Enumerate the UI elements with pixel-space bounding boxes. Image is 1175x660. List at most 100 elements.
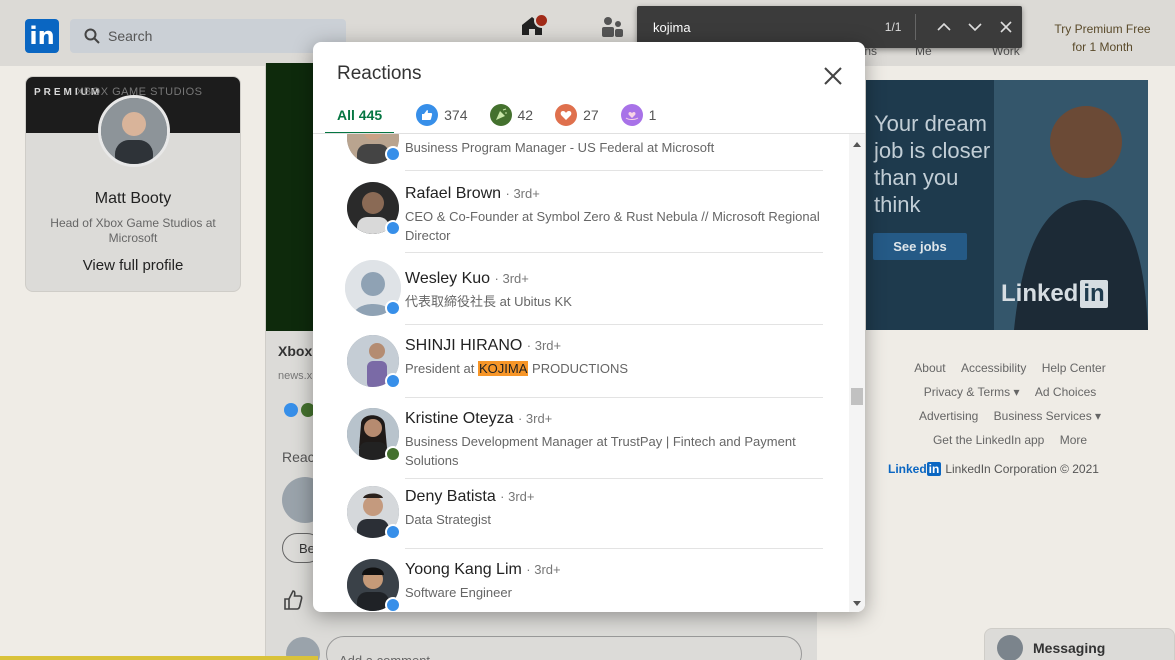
profile-name[interactable]: Matt Booty [26,190,240,208]
row-divider [405,324,823,325]
row-divider [405,478,823,479]
scroll-down-arrow[interactable] [853,601,861,606]
post-title[interactable]: Xbox [278,343,312,359]
reactor-name[interactable]: Rafael Brown · 3rd+ [405,185,540,203]
post-source: news.x [278,370,313,382]
premium-line-1: Try Premium Free [1054,22,1151,36]
tab-love[interactable]: 27 [555,98,599,132]
messaging-bar[interactable]: Messaging [984,628,1175,660]
chevron-down-icon [968,23,982,32]
reactor-name[interactable]: Yoong Kang Lim · 3rd+ [405,561,561,579]
list-item[interactable]: Rafael Brown · 3rd+ CEO & Co-Founder at … [343,182,823,262]
search-input[interactable]: Search [70,19,346,53]
footer-get-app[interactable]: Get the LinkedIn app [933,433,1044,447]
ad-linkedin-logo: Linked in [1001,280,1108,308]
footer-linkedin-logo: Linked in [888,462,942,476]
list-item[interactable]: Kristine Oteyza · 3rd+ Business Developm… [343,408,823,488]
tab-celebrate-count: 42 [517,107,534,123]
footer-copyright: LinkedIn Corporation © 2021 [945,462,1099,476]
reactor-name[interactable]: Deny Batista · 3rd+ [405,488,535,506]
reactor-headline: CEO & Co-Founder at Symbol Zero & Rust N… [405,209,820,243]
scroll-thumb[interactable] [851,388,863,405]
celebrate-badge-icon [385,446,401,462]
modal-close-button[interactable] [821,64,845,88]
reactor-name[interactable]: SHINJI HIRANO · 3rd+ [405,337,561,355]
tab-all[interactable]: All 445 [325,98,395,134]
list-item[interactable]: Business Program Manager - US Federal at… [343,134,823,172]
find-close-button[interactable] [991,12,1022,42]
find-next-button[interactable] [960,12,991,42]
tab-support[interactable]: 1 [620,98,656,132]
profile-card: PREMIUM XBOX GAME STUDIOS Matt Booty Hea… [25,76,241,292]
search-icon [84,28,100,44]
premium-line-2: for 1 Month [1072,40,1133,54]
list-scrollbar[interactable] [849,134,865,612]
find-input[interactable]: kojima [653,20,863,35]
row-divider [405,397,823,398]
like-badge-icon [385,146,401,162]
reactor-name[interactable]: Kristine Oteyza · 3rd+ [405,410,552,428]
heart-icon [555,104,578,126]
find-separator [915,14,917,40]
like-icon[interactable] [282,589,304,611]
find-previous-button[interactable] [928,12,959,42]
footer-ad-choices[interactable]: Ad Choices [1035,385,1096,399]
list-item[interactable]: Deny Batista · 3rd+ Data Strategist [343,486,823,558]
tab-like-count: 374 [444,107,468,123]
post-reactions-label: Reac [282,449,315,465]
footer-advertising[interactable]: Advertising [919,409,978,423]
messaging-avatar [997,635,1023,660]
scroll-up-arrow[interactable] [853,142,861,147]
like-badge-icon [385,300,401,316]
search-placeholder: Search [108,28,153,44]
reactor-headline: 代表取締役社長 at Ubitus KK [405,294,572,309]
jobs-ad[interactable]: Your dream job is closer than you think … [866,80,1148,330]
ad-logo-text: Linked [1001,280,1079,307]
reactor-headline: Software Engineer [405,585,512,600]
like-icon [416,104,439,126]
footer-help-center[interactable]: Help Center [1042,361,1106,375]
chevron-up-icon [937,22,951,31]
reactor-headline: Business Program Manager - US Federal at… [405,140,715,155]
celebrate-icon [489,104,512,126]
footer-privacy-terms[interactable]: Privacy & Terms ▾ [924,385,1020,399]
notification-badge [534,13,549,28]
network-icon[interactable] [600,16,624,38]
tab-celebrate[interactable]: 42 [489,98,534,132]
reactor-headline: Business Development Manager at TrustPay… [405,434,796,468]
list-item[interactable]: Yoong Kang Lim · 3rd+ Software Engineer [343,559,823,612]
post-image[interactable] [266,63,314,331]
ad-logo-in: in [1080,280,1108,308]
footer-business-services[interactable]: Business Services ▾ [994,409,1101,423]
support-icon [620,104,643,126]
list-item[interactable]: SHINJI HIRANO · 3rd+ President at KOJIMA… [343,335,823,407]
see-jobs-button[interactable]: See jobs [873,233,967,260]
reactor-headline: Data Strategist [405,512,491,527]
close-icon [1000,21,1012,33]
row-divider [405,170,823,171]
footer-links: About Accessibility Help Center Privacy … [880,356,1140,452]
list-item[interactable]: Wesley Kuo · 3rd+ 代表取締役社長 at Ubitus KK [343,260,823,332]
like-reaction-icon [284,403,298,417]
like-badge-icon [385,220,401,236]
like-badge-icon [385,524,401,540]
ad-headline: Your dream job is closer than you think [874,111,991,217]
view-full-profile-link[interactable]: View full profile [26,257,240,274]
bottom-accent-bar [0,656,318,660]
tab-like[interactable]: 374 [416,98,468,132]
profile-title: Head of Xbox Game Studios at Microsoft [50,216,216,245]
find-highlight: KOJIMA [478,361,529,376]
footer-accessibility[interactable]: Accessibility [961,361,1026,375]
footer-corporation: Linked in LinkedIn Corporation © 2021 [888,462,1099,476]
row-divider [405,548,823,549]
try-premium-link[interactable]: Try Premium Free for 1 Month [1040,20,1165,56]
footer-more[interactable]: More [1060,433,1087,447]
reactor-name[interactable]: Wesley Kuo · 3rd+ [405,270,529,288]
linkedin-logo[interactable]: in [25,19,59,53]
comment-input[interactable]: Add a comment... [326,636,802,660]
reactions-modal: Reactions All 445 374 42 27 1 Business P… [313,42,865,612]
footer-about[interactable]: About [914,361,945,375]
profile-avatar[interactable] [98,95,170,167]
reactor-headline: President at KOJIMA PRODUCTIONS [405,361,629,376]
reaction-tabs: All 445 374 42 27 1 [325,98,678,134]
